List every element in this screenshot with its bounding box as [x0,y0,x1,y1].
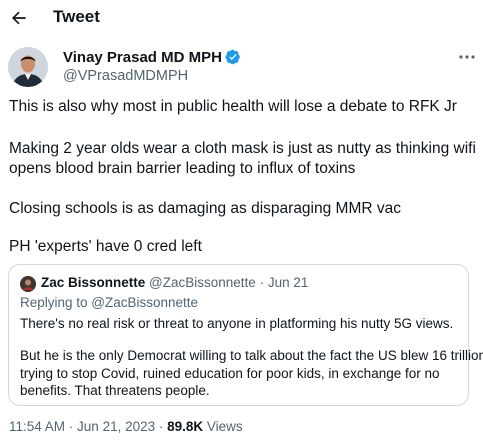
verified-badge-icon [225,49,240,65]
arrow-left-icon[interactable] [9,8,29,28]
tweet-time[interactable]: 11:54 AM [9,419,65,434]
replying-to-handle[interactable]: @ZacBissonnette [91,295,198,310]
top-bar: Tweet [0,0,483,36]
quoted-text-line: benefits. That threatens people. [20,383,210,398]
author-handle[interactable]: @VPrasadMDMPH [63,68,188,84]
separator: · [65,419,78,434]
quoted-tweet[interactable]: Zac Bissonnette @ZacBissonnette · Jun 21… [8,264,483,406]
tweet-paragraph: Making 2 year olds wear a cloth mask is … [9,140,476,157]
author-name-text[interactable]: Vinay Prasad MD MPH [63,49,222,66]
separator: · [155,419,168,434]
tweet-paragraph: PH 'experts' have 0 cred left [9,238,202,255]
quoted-author-handle[interactable]: @ZacBissonnette [149,275,256,290]
more-horizontal-icon[interactable] [458,50,476,64]
avatar[interactable] [8,47,48,87]
quoted-text-line: trying to stop Covid, ruined education f… [20,366,440,381]
quoted-text-line: There's no real risk or threat to anyone… [20,316,454,331]
tweet-paragraph: opens blood brain barrier leading to inf… [9,160,356,177]
views-count: 89.8K [167,419,204,434]
separator: · [255,275,268,290]
author-name[interactable]: Vinay Prasad MD MPH [63,49,241,66]
tweet-paragraph: This is also why most in public health w… [9,98,457,115]
replying-to: Replying to @ZacBissonnette [20,295,198,310]
quoted-avatar[interactable] [20,276,36,292]
quoted-date[interactable]: Jun 21 [268,275,309,290]
tweet-metadata: 11:54 AM · Jun 21, 2023 · 89.8K Views [9,419,243,434]
quoted-header: Zac Bissonnette @ZacBissonnette · Jun 21 [41,275,308,290]
quoted-text-line: But he is the only Democrat willing to t… [20,348,483,363]
tweet-date[interactable]: Jun 21, 2023 [77,419,155,434]
quoted-author-name[interactable]: Zac Bissonnette [41,275,145,290]
replying-prefix: Replying to [20,295,92,310]
views-label: Views [203,419,243,434]
tweet-paragraph: Closing schools is as damaging as dispar… [9,200,401,217]
page-title: Tweet [53,7,100,26]
